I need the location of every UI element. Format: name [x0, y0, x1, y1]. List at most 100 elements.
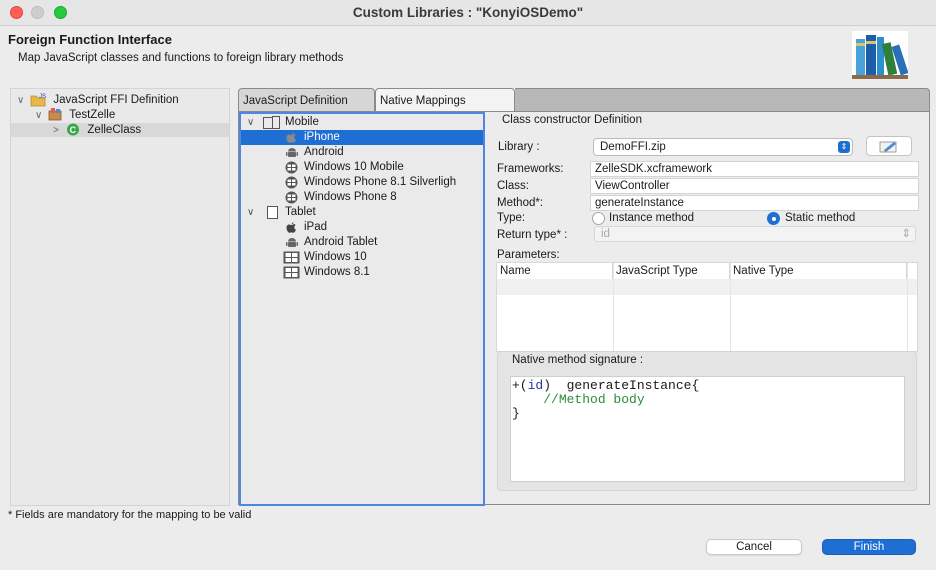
- table-row: [497, 279, 917, 295]
- platform-item-ipad[interactable]: iPad: [241, 220, 483, 235]
- instance-method-radio[interactable]: [592, 212, 605, 225]
- return-type-select: id ⇕: [594, 226, 916, 242]
- signature-code-editor[interactable]: +(id) generateInstance{ //Method body }: [510, 376, 905, 482]
- platform-item-label: Android: [304, 146, 344, 158]
- return-type-label: Return type* :: [497, 229, 568, 241]
- collapsed-arrow-icon[interactable]: >: [53, 124, 63, 138]
- windows-phone-icon: [285, 161, 298, 174]
- class-field[interactable]: ViewController: [590, 178, 919, 194]
- window-title: Custom Libraries : "KonyiOSDemo": [352, 5, 584, 20]
- platform-group-mobile[interactable]: ∨ Mobile: [241, 115, 483, 130]
- platform-item-label: iPad: [304, 221, 328, 233]
- expand-arrow-icon[interactable]: ∨: [35, 109, 45, 123]
- table-row: [497, 311, 917, 327]
- platform-item-label: Windows Phone 8.1 Silverligh: [304, 176, 457, 188]
- library-label: Library :: [498, 141, 540, 153]
- type-label: Type:: [497, 212, 526, 224]
- library-selected-value: DemoFFI.zip: [600, 141, 666, 153]
- platform-item-android-tablet[interactable]: Android Tablet: [241, 235, 483, 250]
- tab-strip-filler: [515, 88, 930, 112]
- platform-item-windows-phone-8[interactable]: Windows Phone 8: [241, 190, 483, 205]
- platform-item-android[interactable]: Android: [241, 145, 483, 160]
- code-token: ) generateInstance{: [543, 378, 700, 393]
- platform-item-windows-phone-8-1-silverlight[interactable]: Windows Phone 8.1 Silverligh: [241, 175, 483, 190]
- static-method-radio[interactable]: [767, 212, 780, 225]
- column-header-javascript-type[interactable]: JavaScript Type: [613, 263, 730, 279]
- tree-item-label: ZelleClass: [87, 124, 142, 136]
- parameters-label: Parameters:: [497, 249, 560, 261]
- platform-item-label: Windows 10 Mobile: [304, 161, 404, 173]
- windows-logo-icon: [283, 251, 300, 264]
- platform-item-label: iPhone: [304, 131, 340, 143]
- select-arrows-icon: ⇕: [901, 228, 911, 240]
- dialog-header: Foreign Function Interface Map JavaScrip…: [0, 27, 936, 83]
- parameters-table: Name JavaScript Type Native Type: [496, 262, 918, 352]
- custom-libraries-dialog: Custom Libraries : "KonyiOSDemo" Foreign…: [0, 0, 936, 570]
- expand-arrow-icon[interactable]: ∨: [247, 205, 254, 220]
- library-package-icon: [48, 108, 62, 121]
- column-header-name[interactable]: Name: [497, 263, 613, 279]
- apple-icon: [286, 222, 296, 233]
- code-token: }: [512, 406, 520, 421]
- code-type-keyword: id: [527, 378, 544, 393]
- static-method-label: Static method: [785, 212, 856, 224]
- column-header-native-type[interactable]: Native Type: [730, 263, 907, 279]
- tab-javascript-definition[interactable]: JavaScript Definition: [238, 88, 375, 112]
- platform-group-label: Tablet: [285, 206, 316, 218]
- title-bar: Custom Libraries : "KonyiOSDemo": [0, 0, 936, 26]
- platform-group-label: Mobile: [285, 116, 319, 128]
- platform-item-label: Windows 10: [304, 251, 367, 263]
- finish-button[interactable]: Finish: [822, 539, 916, 555]
- tablet-icon: [267, 206, 278, 219]
- cancel-button[interactable]: Cancel: [706, 539, 802, 555]
- svg-text:C: C: [70, 125, 77, 135]
- platform-item-windows-8-1[interactable]: Windows 8.1: [241, 265, 483, 280]
- platform-item-label: Windows Phone 8: [304, 191, 397, 203]
- class-constructor-section-title: Class constructor Definition: [502, 114, 642, 126]
- expand-arrow-icon[interactable]: ∨: [17, 94, 27, 108]
- tree-item-label: JavaScript FFI Definition: [53, 94, 179, 107]
- expand-arrow-icon[interactable]: ∨: [247, 115, 254, 130]
- windows-logo-icon: [283, 266, 300, 279]
- column-divider: [730, 263, 731, 351]
- table-row: [497, 295, 917, 311]
- android-icon: [286, 148, 298, 157]
- header-description: Map JavaScript classes and functions to …: [18, 52, 344, 64]
- platform-item-windows-10-mobile[interactable]: Windows 10 Mobile: [241, 160, 483, 175]
- tab-native-mappings[interactable]: Native Mappings: [375, 88, 515, 112]
- select-arrows-icon: ⇕: [838, 141, 850, 153]
- class-c-icon: C: [67, 123, 80, 136]
- svg-text:JS: JS: [39, 94, 46, 100]
- platform-group-tablet[interactable]: ∨ Tablet: [241, 205, 483, 220]
- apple-icon: [286, 132, 296, 143]
- mapping-tabs: JavaScript Definition Native Mappings: [238, 86, 930, 112]
- tree-item-javascript-ffi-definition[interactable]: ∨ JS JavaScript FFI Definition: [17, 93, 179, 107]
- class-label: Class:: [497, 180, 529, 192]
- library-select[interactable]: DemoFFI.zip ⇕: [593, 138, 853, 156]
- frameworks-label: Frameworks:: [497, 163, 564, 175]
- frameworks-field[interactable]: ZelleSDK.xcframework: [590, 161, 919, 177]
- mandatory-fields-note: * Fields are mandatory for the mapping t…: [8, 509, 252, 521]
- column-divider: [613, 263, 614, 351]
- column-divider: [907, 263, 908, 351]
- method-field[interactable]: generateInstance: [590, 195, 919, 211]
- header-title: Foreign Function Interface: [8, 32, 172, 47]
- tree-item-zelleclass[interactable]: > C ZelleClass: [11, 123, 229, 137]
- tree-item-testzelle[interactable]: ∨ TestZelle: [35, 108, 115, 122]
- windows-phone-icon: [285, 191, 298, 204]
- tree-item-label: TestZelle: [69, 109, 116, 121]
- table-row: [497, 327, 917, 343]
- native-mappings-panel: ∨ Mobile iPhone Android Windows 10 Mobil…: [238, 111, 930, 506]
- platform-item-label: Android Tablet: [304, 236, 378, 248]
- platform-item-windows-10[interactable]: Windows 10: [241, 250, 483, 265]
- native-method-signature-group: Native method signature : +(id) generate…: [497, 351, 917, 491]
- platform-item-iphone[interactable]: iPhone: [241, 130, 483, 145]
- js-ffi-icon: JS: [30, 94, 46, 107]
- books-library-icon: [852, 31, 908, 79]
- windows-phone-icon: [285, 176, 298, 189]
- mobile-devices-icon: [263, 116, 280, 129]
- ffi-definition-tree: ∨ JS JavaScript FFI Definition ∨ TestZel…: [10, 88, 230, 506]
- method-label: Method*:: [497, 197, 544, 209]
- signature-title: Native method signature :: [512, 354, 644, 366]
- edit-library-button[interactable]: [866, 136, 912, 156]
